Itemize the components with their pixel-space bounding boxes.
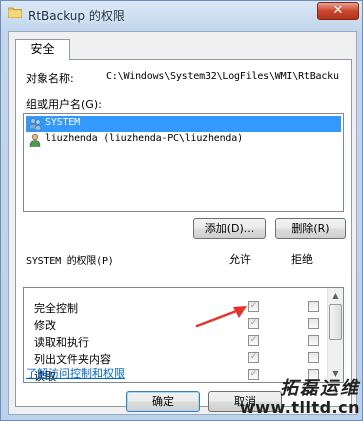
list-item-liuzhenda[interactable]: liuzhenda (liuzhenda-PC\liuzhenda) [26,132,341,148]
deny-column-header: 拒绝 [291,253,313,266]
deny-checkbox[interactable] [308,335,319,346]
watermark-url: www.tlltd.cn [239,398,360,417]
tab-security[interactable]: 安全 [15,39,70,60]
permission-name: 读取和执行 [34,336,89,349]
window-title: RtBackup 的权限 [28,9,125,23]
watermark: 拓磊运维 www.tlltd.cn [240,374,360,417]
scroll-up-icon[interactable]: ▲ [328,288,343,304]
users-label: 组或用户名(G): [26,98,102,111]
allow-column-header: 允许 [229,253,251,266]
users-list[interactable]: SYSTEM liuzhenda (liuzhenda-PC\liuzhenda… [23,113,344,212]
allow-checkbox[interactable]: ✓ [248,352,259,363]
permission-row: 完全控制 ✓ [24,299,328,315]
object-name-label: 对象名称: [26,72,74,85]
user-icon [29,133,41,147]
remove-button[interactable]: 删除(R) [275,218,346,239]
permissions-dialog: RtBackup 的权限 ✕ 安全 对象名称: C:\Windows\Syste… [0,0,363,421]
object-name-value: C:\Windows\System32\LogFiles\WMI\RtBacku [106,71,339,82]
permission-row: 修改 ✓ [24,316,328,332]
allow-checkbox[interactable]: ✓ [248,335,259,346]
user-name: liuzhenda (liuzhenda-PC\liuzhenda) [45,133,243,144]
close-button[interactable]: ✕ [317,2,359,20]
permissions-header: SYSTEM 的权限(P) [26,256,114,267]
list-item-system[interactable]: SYSTEM [26,116,341,132]
permission-name: 完全控制 [34,302,78,315]
deny-checkbox[interactable] [308,301,319,312]
permissions-scrollbar[interactable]: ▲ ▼ [327,288,343,382]
title-bar[interactable]: RtBackup 的权限 ✕ [1,1,363,29]
add-button[interactable]: 添加(D)... [193,218,266,239]
permission-row: 读取和执行 ✓ [24,333,328,349]
dialog-body: 安全 对象名称: C:\Windows\System32\LogFiles\WM… [8,31,357,415]
deny-checkbox[interactable] [308,352,319,363]
deny-checkbox[interactable] [308,318,319,329]
learn-access-control-link[interactable]: 了解访问控制和权限 [26,365,125,381]
ok-button[interactable]: 确定 [126,391,200,412]
permission-name: 修改 [34,319,56,332]
permission-row: 列出文件夹内容 ✓ [24,350,328,366]
scroll-thumb[interactable] [329,304,342,340]
folder-icon [8,7,22,18]
users-group-icon [28,118,42,131]
annotation-arrow-icon [195,306,247,328]
watermark-title: 拓磊运维 [280,378,360,399]
user-name: SYSTEM [45,117,80,128]
